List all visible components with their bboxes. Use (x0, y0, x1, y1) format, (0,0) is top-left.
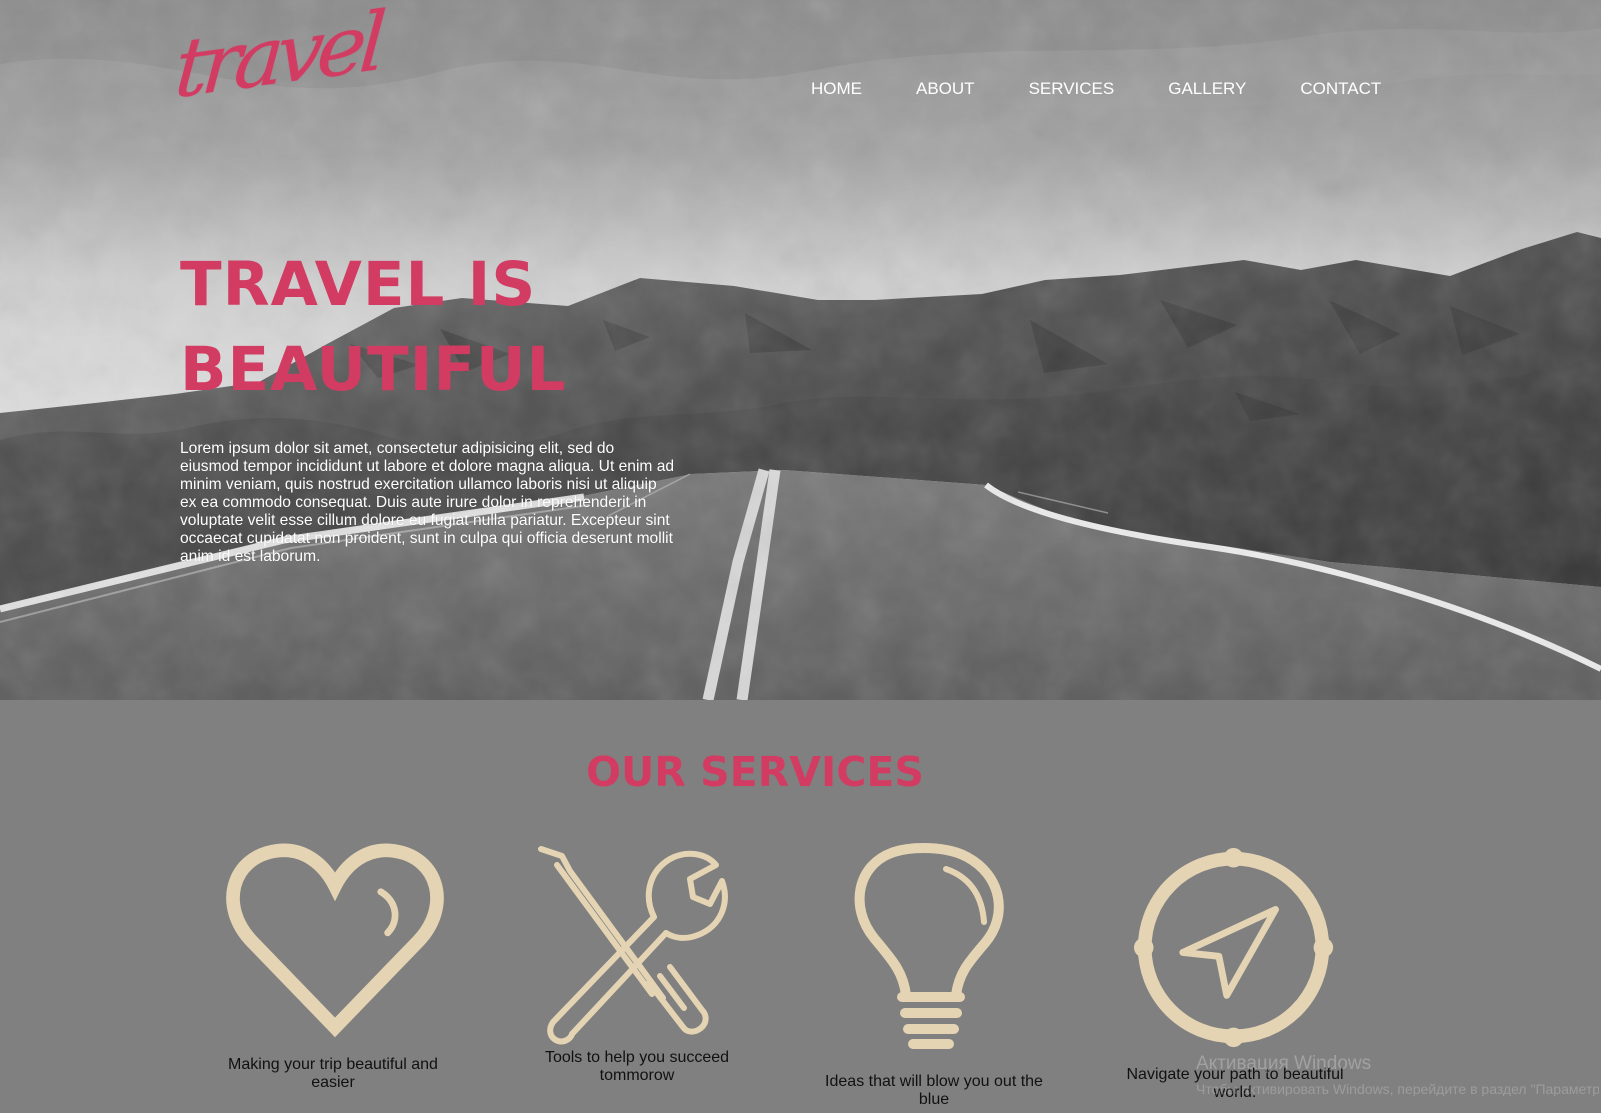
windows-activation-title: Активация Windows (1196, 1053, 1372, 1074)
service-text-tools: Tools to help you succeed tommorow (544, 1049, 730, 1084)
nav-about-link[interactable]: ABOUT (916, 80, 975, 97)
hero-title-line-2: BEAUTIFUL (180, 334, 567, 405)
tools-icon (538, 846, 728, 1045)
service-text-ideas: Ideas that will blow you out the blue (825, 1073, 1043, 1108)
service-item-ideas: Ideas that will blow you out the blue (825, 842, 1043, 1112)
heart-icon (226, 843, 444, 1038)
compass-icon (1133, 847, 1334, 1048)
travel-logo[interactable]: travel (172, 0, 383, 120)
services-title: OUR SERVICES (586, 748, 924, 796)
hero-title: TRAVEL IS BEAUTIFUL (180, 242, 610, 412)
travel-page: travel HOME ABOUT SERVICES GALLERY CONTA… (0, 0, 1601, 1113)
hero-section: travel HOME ABOUT SERVICES GALLERY CONTA… (0, 0, 1601, 700)
hero-paragraph: Lorem ipsum dolor sit amet, consectetur … (180, 440, 675, 565)
service-text-trip: Making your trip beautiful and easier (228, 1056, 438, 1091)
services-section: OUR SERVICES Making your trip beautiful … (0, 700, 1601, 1113)
nav-home-link[interactable]: HOME (811, 80, 862, 97)
nav-contact-link[interactable]: CONTACT (1300, 80, 1381, 97)
main-navigation: HOME ABOUT SERVICES GALLERY CONTACT (811, 80, 1381, 97)
nav-gallery-link[interactable]: GALLERY (1168, 80, 1246, 97)
windows-activation-text: Чтобы активировать Windows, перейдите в … (1196, 1082, 1599, 1096)
nav-services-link[interactable]: SERVICES (1029, 80, 1115, 97)
service-item-tools: Tools to help you succeed tommorow (538, 846, 735, 1087)
lightbulb-icon (854, 842, 1004, 1049)
hero-title-line-1: TRAVEL IS (180, 249, 537, 320)
service-item-trip: Making your trip beautiful and easier (225, 843, 450, 1097)
